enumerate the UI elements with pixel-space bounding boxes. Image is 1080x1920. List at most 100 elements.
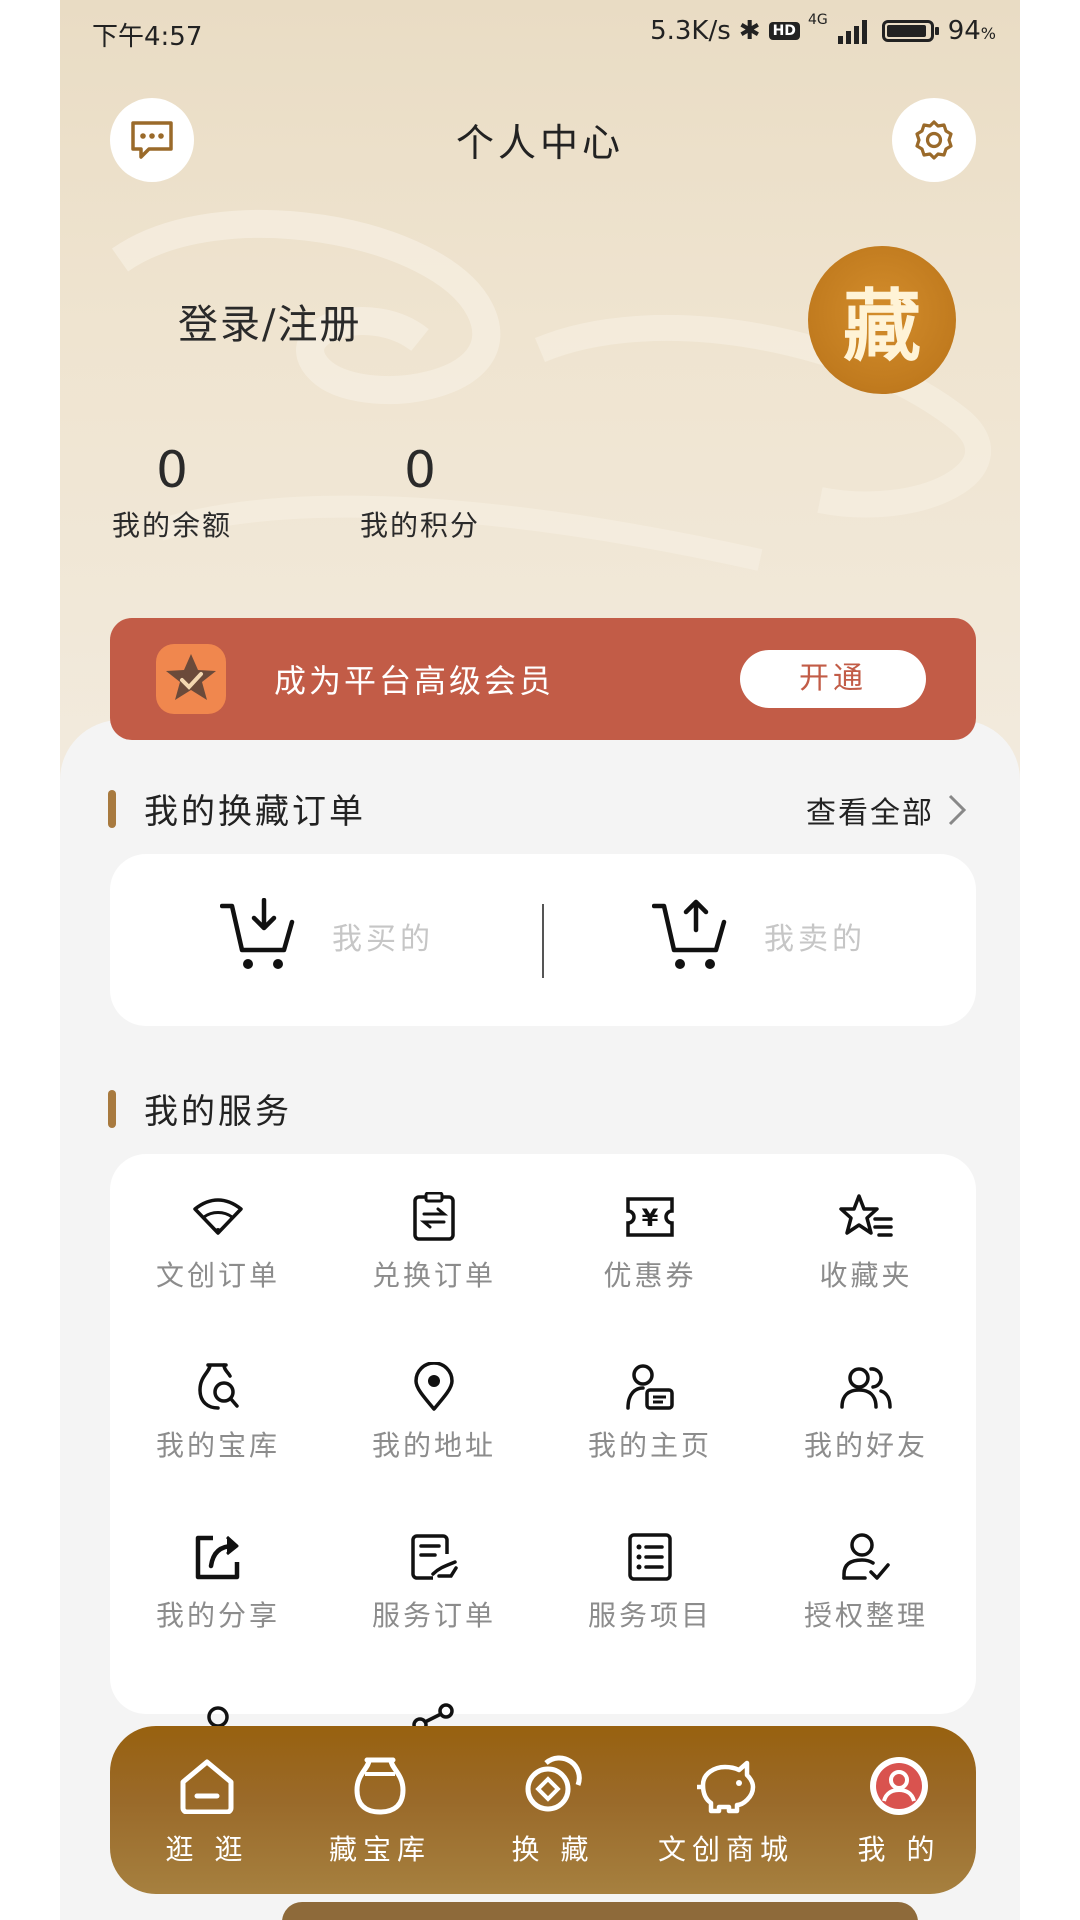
exchange-icon [525, 1755, 582, 1812]
service-label: 兑换订单 [371, 1259, 496, 1292]
service-label: 收藏夹 [819, 1259, 913, 1292]
vip-open-button[interactable]: 开通 [740, 650, 926, 708]
service-favorites[interactable]: 收藏夹 [758, 1190, 974, 1294]
orders-section-title: 我的换藏订单 [108, 784, 366, 833]
settings-button[interactable] [892, 98, 976, 182]
exchange-clipboard-icon [413, 1192, 455, 1241]
bottom-tab-bar: 逛 逛 藏宝库 换 藏 文创商城 我 的 [110, 1726, 976, 1894]
coupon-icon: ¥ [626, 1197, 674, 1237]
share-arrow-icon [195, 1535, 240, 1580]
net-speed: 5.3K/s [650, 16, 731, 46]
fan-icon [193, 1198, 243, 1235]
battery-percent-unit: % [980, 24, 996, 43]
service-my-share[interactable]: 我的分享 [110, 1530, 326, 1634]
svg-text:¥: ¥ [642, 1204, 659, 1232]
hd-badge: HD [768, 22, 800, 40]
view-all-text: 查看全部 [806, 796, 934, 831]
services-card: 文创订单 兑换订单 ¥ 优惠券 收藏夹 我的宝库 我的地址 我的主页 我的好友 … [110, 1154, 976, 1742]
profile-icon [870, 1757, 928, 1815]
service-service-items[interactable]: 服务项目 [542, 1530, 758, 1634]
bought-label: 我买的 [332, 922, 434, 957]
section-bar [108, 1089, 116, 1128]
service-authorization[interactable]: 授权整理 [758, 1530, 974, 1634]
balance-value: 0 [156, 441, 188, 499]
battery-percent: 94% [948, 16, 996, 46]
services-section-title: 我的服务 [108, 1084, 292, 1133]
tab-browse[interactable]: 逛 逛 [132, 1754, 282, 1868]
piggy-icon [697, 1760, 756, 1814]
logo-character: 藏 [842, 281, 921, 372]
cart-upload-icon [652, 899, 727, 969]
vase-search-icon [198, 1363, 239, 1410]
app-logo-avatar[interactable]: 藏 [808, 246, 956, 394]
phone-screen: 下午4:57 5.3K/s ✱ HD 4G 94% 个人中心 登录/注册 藏 0… [60, 0, 1020, 1920]
sold-orders-button[interactable]: 我卖的 [652, 898, 866, 974]
tab-label: 逛 逛 [165, 1833, 249, 1866]
vip-banner-text: 成为平台高级会员 [274, 662, 555, 700]
tab-label: 文创商城 [657, 1833, 794, 1866]
user-check-icon [842, 1533, 890, 1580]
service-label: 文创订单 [155, 1259, 280, 1292]
service-label: 我的主页 [587, 1429, 712, 1462]
tab-label: 藏宝库 [328, 1833, 431, 1866]
status-time: 下午4:57 [92, 22, 203, 52]
points-stat[interactable]: 0 我的积分 [340, 440, 500, 544]
vip-banner[interactable]: 成为平台高级会员 开通 [110, 618, 976, 740]
tab-creative-mall[interactable]: 文创商城 [651, 1754, 801, 1868]
balance-label: 我的余额 [111, 509, 232, 542]
vip-star-icon [156, 644, 226, 714]
service-label: 优惠券 [603, 1259, 697, 1292]
service-my-address[interactable]: 我的地址 [326, 1360, 542, 1464]
signal-icon [837, 20, 867, 44]
service-label: 授权整理 [803, 1599, 928, 1632]
battery-fill [886, 25, 927, 37]
tab-exchange[interactable]: 换 藏 [478, 1754, 628, 1868]
service-label: 我的好友 [803, 1429, 928, 1462]
tab-label: 我 的 [857, 1833, 941, 1866]
star-list-icon [839, 1194, 893, 1237]
service-label: 服务项目 [587, 1599, 712, 1632]
service-creative-orders[interactable]: 文创订单 [110, 1190, 326, 1294]
tab-label: 换 藏 [511, 1833, 595, 1866]
services-title-text: 我的服务 [144, 1092, 292, 1132]
home-icon [180, 1759, 234, 1814]
battery-icon [881, 20, 939, 42]
service-my-friends[interactable]: 我的好友 [758, 1360, 974, 1464]
service-my-treasury[interactable]: 我的宝库 [110, 1360, 326, 1464]
sold-label: 我卖的 [764, 922, 866, 957]
list-doc-icon [628, 1533, 672, 1581]
tab-mine[interactable]: 我 的 [824, 1754, 974, 1868]
points-label: 我的积分 [359, 509, 480, 542]
service-label: 我的地址 [371, 1429, 496, 1462]
friends-icon [840, 1367, 892, 1409]
orders-divider [542, 904, 544, 978]
points-value: 0 [404, 441, 436, 499]
gear-icon [915, 120, 953, 160]
service-label: 我的宝库 [155, 1429, 280, 1462]
service-doc-icon [411, 1534, 458, 1580]
orders-title-text: 我的换藏订单 [144, 792, 366, 832]
bottom-shadow-bar [282, 1902, 918, 1920]
login-register-link[interactable]: 登录/注册 [178, 292, 361, 350]
status-bar: 下午4:57 5.3K/s ✱ HD 4G 94% [60, 0, 1020, 64]
net-type-label: 4G [807, 12, 828, 28]
chevron-right-icon [948, 794, 967, 826]
view-all-orders-link[interactable]: 查看全部 [806, 788, 968, 832]
service-coupons[interactable]: ¥ 优惠券 [542, 1190, 758, 1294]
battery-percent-value: 94 [947, 16, 981, 46]
service-label: 服务订单 [371, 1599, 496, 1632]
balance-stat[interactable]: 0 我的余额 [92, 440, 252, 544]
bought-orders-button[interactable]: 我买的 [220, 898, 434, 974]
cart-download-icon [220, 898, 295, 969]
user-card-icon [626, 1364, 674, 1410]
service-service-orders[interactable]: 服务订单 [326, 1530, 542, 1634]
orders-card: 我买的 我卖的 [110, 854, 976, 1026]
service-exchange-orders[interactable]: 兑换订单 [326, 1190, 542, 1294]
service-label: 我的分享 [155, 1599, 280, 1632]
vase-icon [354, 1757, 406, 1815]
service-my-homepage[interactable]: 我的主页 [542, 1360, 758, 1464]
section-bar [108, 789, 116, 828]
bluetooth-icon: ✱ [738, 16, 761, 46]
tab-treasury[interactable]: 藏宝库 [305, 1754, 455, 1868]
location-pin-icon [414, 1362, 454, 1411]
